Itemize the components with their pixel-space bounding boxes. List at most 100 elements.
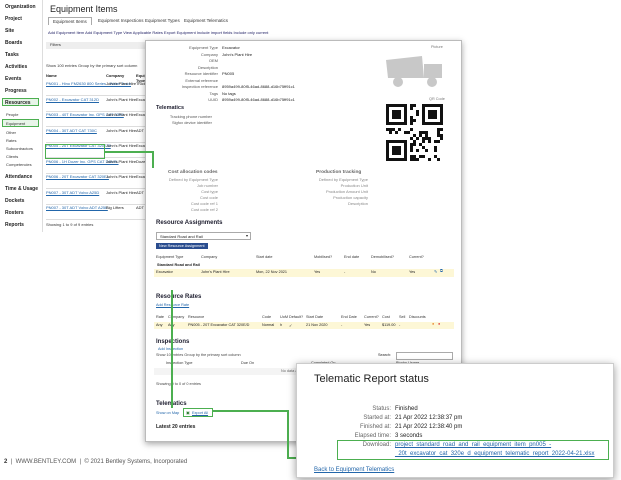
row-name-link[interactable]: PN002 - Excavator CAT 312D bbox=[46, 97, 102, 102]
sidebar-sub-people[interactable]: People bbox=[6, 112, 18, 117]
qr-module bbox=[440, 134, 443, 137]
sidebar-sub-subcontractors[interactable]: Subcontractors bbox=[6, 146, 33, 151]
cost-field-label: Job number bbox=[196, 183, 218, 188]
sidebar-item-events[interactable]: Events bbox=[5, 76, 21, 82]
list-showing: Showing 1 to 9 of 9 entries bbox=[46, 222, 94, 227]
list-toolbar[interactable]: Add Equipment Item Add Equipment Type Vi… bbox=[48, 30, 268, 35]
sidebar-item-boards[interactable]: Boards bbox=[5, 40, 22, 46]
inspection-search-input[interactable] bbox=[396, 352, 453, 360]
slide-footer: 2 | WWW.BENTLEY.COM | © 2021 Bentley Sys… bbox=[4, 459, 187, 465]
qr-module bbox=[413, 155, 416, 158]
row-name-link[interactable]: PN001 - Hino FM2630 800 Series - Water T… bbox=[46, 81, 131, 86]
tab-equipment-telematics[interactable]: Equipment Telematics bbox=[180, 17, 232, 24]
connector-line-5 bbox=[287, 410, 289, 458]
sidebar-item-resources[interactable]: Resources bbox=[5, 100, 31, 106]
detail-field-value: 8959a499-80f5-46ad-8688-d16b75ff91c1 bbox=[222, 84, 295, 89]
sidebar-item-rosters[interactable]: Rosters bbox=[5, 210, 24, 216]
download-link-line2[interactable]: _20t_excavator_cat_320e_d_equipment_tele… bbox=[395, 451, 594, 457]
table-row[interactable]: PN006 - 1H Dozer Inc. GPS CAT D6NXL John'… bbox=[46, 159, 156, 173]
started-value: 21 Apr 2022 12:38:37 pm bbox=[395, 415, 463, 421]
chevron-down-icon: ▾ bbox=[245, 233, 248, 238]
export-all-button[interactable]: Export All bbox=[192, 411, 208, 415]
header-company[interactable]: Company bbox=[106, 73, 124, 78]
new-assignment-button[interactable]: New Resource Assignment bbox=[156, 243, 208, 249]
table-row[interactable]: PN002 - Excavator CAT 312D John's Plant H… bbox=[46, 97, 156, 111]
qr-module bbox=[437, 158, 440, 161]
elapsed-value: 3 seconds bbox=[395, 433, 423, 439]
show-on-map-link[interactable]: Show on Map bbox=[156, 411, 179, 415]
table-row[interactable]: PN007 - 30T ADT Volvo A25D John's Plant H… bbox=[46, 190, 156, 204]
connector-line-4 bbox=[212, 410, 288, 412]
copy-icon[interactable]: ⧉ bbox=[440, 269, 443, 273]
delete-rate-icon[interactable]: ● bbox=[438, 322, 440, 326]
qr-module bbox=[410, 146, 413, 149]
sidebar-sub-clients[interactable]: Clients bbox=[6, 154, 18, 159]
assignment-header: Start date bbox=[256, 255, 273, 259]
assignments-title: Resource Assignments bbox=[156, 220, 223, 226]
assignment-header: Mobilised? bbox=[314, 255, 333, 259]
edit-rate-icon[interactable]: ● bbox=[432, 322, 434, 326]
qr-module bbox=[392, 146, 401, 155]
assignment-cell: Mon, 22 Nov 2021 bbox=[256, 270, 288, 274]
row-name-link[interactable]: PN007 - 30T ADT Volvo A25D bbox=[46, 190, 102, 195]
tab-equipment-items[interactable]: Equipment Items bbox=[48, 17, 92, 25]
inspections-title: Inspections bbox=[156, 339, 190, 345]
sidebar-sub-competencies[interactable]: Competencies bbox=[6, 162, 32, 167]
assignment-select[interactable]: Standard Road and Rail ▾ bbox=[156, 232, 251, 240]
row-name-link[interactable]: PN007 - 30T ADT Volvo ADT A25E bbox=[46, 205, 108, 210]
row-name-link[interactable]: PN004 - 30T ADT CAT 730C bbox=[46, 128, 102, 133]
status-value: Finished bbox=[395, 406, 418, 412]
sidebar-item-project[interactable]: Project bbox=[5, 16, 22, 22]
table-row[interactable]: PN006 - 20T Excavator CAT 320EL John's Pl… bbox=[46, 174, 156, 188]
inspection-search-label: Search: bbox=[378, 353, 392, 357]
page-number: 2 bbox=[4, 459, 8, 465]
sidebar-sub-other[interactable]: Other bbox=[6, 130, 16, 135]
rate-header: Resource bbox=[188, 315, 205, 319]
tab-equipment-types[interactable]: Equipment Types bbox=[141, 17, 184, 24]
telematics-section-title: Telematics bbox=[156, 105, 185, 111]
tab-equipment-inspections[interactable]: Equipment Inspections bbox=[94, 17, 148, 24]
qr-module bbox=[410, 119, 413, 122]
sidebar-item-reports[interactable]: Reports bbox=[5, 222, 24, 228]
sidebar-sub-rates[interactable]: Rates bbox=[6, 138, 16, 143]
tracking-phone-label: Tracking phone number bbox=[169, 114, 212, 119]
rate-cell: Yes bbox=[364, 323, 371, 327]
row-name-link[interactable]: PN006 - 20T Excavator CAT 320EL bbox=[46, 174, 109, 179]
sidebar-item-dockets[interactable]: Dockets bbox=[5, 198, 24, 204]
status-label: Status: bbox=[372, 406, 391, 412]
table-row[interactable]: PN003 - 40T Excavator Inc. GPS CAT 336E J… bbox=[46, 112, 156, 126]
production-field-label: Production Amount Unit bbox=[325, 189, 368, 194]
sidebar-item-progress[interactable]: Progress bbox=[5, 88, 27, 94]
sidebar-item-organization[interactable]: Organization bbox=[5, 4, 36, 10]
filters-bar[interactable]: Filters bbox=[46, 42, 156, 49]
sidebar-item-time-usage[interactable]: Time & Usage bbox=[5, 186, 38, 192]
back-to-telematics-link[interactable]: Back to Equipment Telematics bbox=[314, 467, 394, 473]
table-row[interactable]: PN004 - 30T ADT CAT 730C John's Plant Hir… bbox=[46, 128, 156, 142]
qr-module bbox=[434, 146, 437, 149]
table-row[interactable]: PN007 - 30T ADT Volvo ADT A25E Big Lifter… bbox=[46, 205, 156, 219]
qr-module bbox=[413, 140, 416, 143]
qr-module bbox=[410, 155, 413, 158]
rate-header: End Date bbox=[341, 315, 357, 319]
sidebar-sub-equipment[interactable]: Equipment bbox=[6, 121, 25, 126]
row-name-link[interactable]: PN006 - 1H Dozer Inc. GPS CAT D6NXL bbox=[46, 159, 119, 164]
table-row[interactable]: PN001 - Hino FM2630 800 Series - Water T… bbox=[46, 81, 156, 95]
entries-control[interactable]: Show 100 entries Group by the primary so… bbox=[46, 63, 137, 68]
sidebar-item-site[interactable]: Site bbox=[5, 28, 14, 34]
inspection-entries-control[interactable]: Show 10 entries Group by the primary sor… bbox=[156, 353, 241, 357]
add-rate-link[interactable]: Add Resource Rate bbox=[156, 303, 189, 307]
qr-module bbox=[416, 137, 419, 140]
rate-header: Discounts bbox=[409, 315, 426, 319]
qr-module bbox=[422, 131, 425, 134]
assignment-cell: Yes bbox=[409, 270, 416, 274]
sigfox-label: Sigfox device identifier bbox=[171, 120, 212, 125]
download-link-line1[interactable]: project_standard_road_and_rail_equipment… bbox=[395, 442, 551, 448]
header-name[interactable]: Name bbox=[46, 73, 57, 78]
row-company: John's Plant Hire bbox=[106, 127, 137, 133]
qr-module bbox=[434, 155, 437, 158]
sidebar-item-activities[interactable]: Activities bbox=[5, 64, 27, 70]
sidebar-item-attendance[interactable]: Attendance bbox=[5, 174, 32, 180]
sidebar-item-tasks[interactable]: Tasks bbox=[5, 52, 19, 58]
edit-icon[interactable]: ✎ bbox=[434, 269, 437, 274]
row-name-link[interactable]: PN003 - 40T Excavator Inc. GPS CAT 336E bbox=[46, 112, 124, 117]
